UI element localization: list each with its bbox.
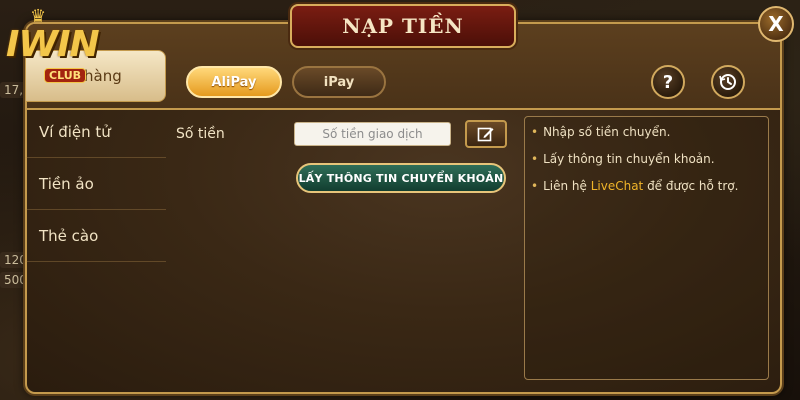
sidebar-item-card[interactable]: Thẻ cào [25,210,166,262]
edit-amount-button[interactable] [465,120,507,148]
bullet-icon: • [531,179,539,193]
question-icon: ? [662,71,674,93]
dialog-title-banner: NẠP TIỀN [290,4,516,48]
instruction-suffix: để được hỗ trợ. [643,179,739,193]
tab-alipay[interactable]: AliPay [186,66,282,98]
livechat-link[interactable]: LiveChat [591,179,644,193]
sidebar-item-e-wallet[interactable]: Ví điện tử [25,106,166,158]
get-transfer-info-button[interactable]: LẤY THÔNG TIN CHUYỂN KHOẢN [296,163,506,193]
bullet-icon: • [531,152,539,166]
bullet-icon: • [531,125,539,139]
sidebar-item-label: Thẻ cào [39,226,99,245]
brand-logo: ♛ IWIN CLUB [2,2,122,90]
instruction-text: Nhập số tiền chuyển. [543,125,671,139]
close-button[interactable]: X [758,6,794,42]
sidebar-item-crypto[interactable]: Tiền ảo [25,158,166,210]
logo-wordmark: IWIN [6,24,100,65]
help-button[interactable]: ? [651,65,685,99]
close-icon: X [768,12,784,36]
amount-label: Số tiền [176,126,225,142]
instruction-line: • Lấy thông tin chuyển khoản. [531,152,762,166]
instruction-text: Liên hệ LiveChat để được hỗ trợ. [543,179,738,193]
instructions-box: • Nhập số tiền chuyển. • Lấy thông tin c… [524,116,769,380]
amount-input[interactable] [294,122,451,146]
tab-label: iPay [323,74,355,90]
payment-method-sidebar: hàng Ví điện tử Tiền ảo Thẻ cào [25,50,166,380]
edit-icon [477,127,494,142]
instruction-line: • Nhập số tiền chuyển. [531,125,762,139]
clock-history-icon [719,74,736,90]
logo-badge: CLUB [44,68,87,83]
instruction-prefix: Liên hệ [543,179,591,193]
instruction-text: Lấy thông tin chuyển khoản. [543,152,715,166]
button-label: LẤY THÔNG TIN CHUYỂN KHOẢN [298,171,504,185]
sidebar-item-label: Tiền ảo [39,174,94,193]
instruction-line: • Liên hệ LiveChat để được hỗ trợ. [531,179,762,193]
dialog-title: NẠP TIỀN [342,14,464,38]
tab-ipay[interactable]: iPay [292,66,386,98]
history-button[interactable] [711,65,745,99]
sidebar-item-label: Ví điện tử [39,122,111,141]
tab-label: AliPay [211,74,257,90]
